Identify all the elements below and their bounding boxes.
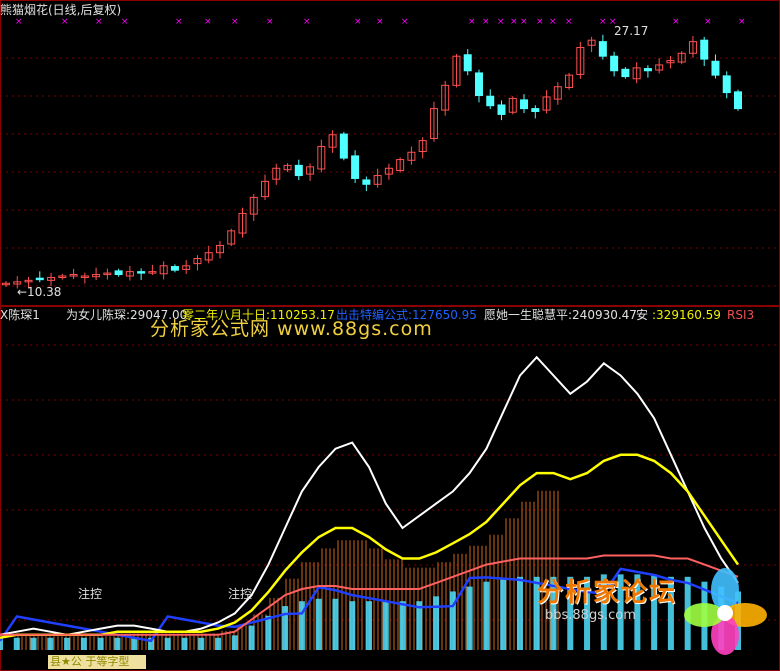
indicator-bar	[64, 637, 71, 650]
indicator-bar	[181, 637, 188, 650]
signal-marker: ×	[599, 17, 607, 27]
indicator-bar	[164, 637, 171, 650]
watermark-url: bbs.88gs.com	[545, 608, 636, 623]
indicator-bar	[231, 635, 238, 650]
indicator-bar	[366, 601, 372, 650]
indicator-bar	[114, 637, 121, 650]
signal-marker: ×	[482, 17, 490, 27]
indicator-bar	[30, 637, 37, 650]
signal-marker: ×	[401, 17, 409, 27]
indicator-bar	[97, 637, 104, 650]
watermark-text: 分析家公式网 www.88gs.com	[150, 318, 433, 340]
signal-marker: ×	[704, 17, 712, 27]
indicator-legend-item: 愿她一生聪慧平:240930.47	[484, 308, 637, 322]
candle-body	[114, 270, 123, 276]
signal-marker: ×	[497, 17, 505, 27]
candle-body	[351, 155, 360, 179]
candle-body	[711, 60, 720, 76]
candle-body	[700, 39, 709, 60]
indicator-bar	[315, 598, 322, 650]
signal-marker: ×	[15, 17, 23, 27]
indicator-bar	[13, 637, 20, 650]
flower-logo-icon	[684, 568, 767, 655]
candle-body	[339, 133, 348, 159]
annotation-label: 注控	[78, 587, 103, 601]
candle-body	[497, 104, 506, 115]
candle-body	[643, 68, 652, 72]
candle-body	[610, 55, 619, 72]
signal-marker: ×	[303, 17, 311, 27]
indicator-name[interactable]: X陈琛1	[0, 308, 40, 322]
stock-chart-window: × × × × × × × × × × × × × × × × × × × × × × × × × 熊猫烟花(日线,后复权) 2…	[0, 0, 780, 671]
signal-marker: ×	[61, 17, 69, 27]
bottom-tab[interactable]: 县★公 于等字型	[48, 655, 146, 669]
signal-marker: ×	[565, 17, 573, 27]
indicator-bar	[516, 576, 523, 650]
candle-body	[621, 68, 630, 78]
indicator-bar	[349, 601, 356, 650]
watermark-logo	[680, 565, 770, 655]
indicator-bar	[47, 637, 54, 650]
signal-marker: ×	[354, 17, 362, 27]
signal-marker: ×	[231, 17, 239, 27]
signal-marker: ×	[204, 17, 212, 27]
signal-marker: ×	[266, 17, 274, 27]
annotation-label: 注控	[228, 587, 253, 601]
signal-marker: ×	[175, 17, 183, 27]
candle-body	[722, 75, 731, 94]
candle-body	[486, 95, 495, 107]
candle-body	[35, 277, 44, 281]
indicator-legend-item: :329160.59	[652, 308, 721, 322]
candle-body	[362, 179, 371, 185]
signal-marker: ×	[376, 17, 384, 27]
price-low-label: ←10.38	[17, 285, 62, 299]
signal-marker: ×	[510, 17, 518, 27]
indicator-bar	[483, 581, 490, 650]
price-high-label: 27.17	[614, 24, 649, 38]
candle-body	[474, 72, 483, 96]
candle-body	[294, 164, 303, 177]
indicator-bar	[265, 615, 272, 650]
candle-body	[531, 108, 540, 113]
candle-body	[598, 41, 607, 57]
indicator-bar	[131, 637, 138, 650]
indicator-bar	[248, 625, 255, 650]
candle-body	[463, 54, 472, 72]
indicator-bar	[433, 596, 440, 650]
signal-marker: ×	[536, 17, 544, 27]
indicator-bar	[332, 598, 339, 650]
candle-body	[170, 266, 179, 271]
indicator-bar	[282, 606, 289, 650]
indicator-bar	[399, 601, 406, 650]
stock-title: 熊猫烟花(日线,后复权)	[0, 3, 122, 17]
indicator-bar	[382, 601, 389, 650]
candle-body	[137, 271, 146, 274]
indicator-legend-item: 安	[636, 308, 649, 322]
candle-body	[734, 91, 742, 110]
indicator-bar	[198, 637, 205, 650]
candle-body	[520, 99, 529, 110]
indicator-bar	[466, 586, 473, 650]
signal-marker: ×	[738, 17, 746, 27]
indicator-bar	[215, 637, 222, 650]
signal-marker: ×	[672, 17, 680, 27]
signal-marker: ×	[468, 17, 476, 27]
indicator-legend-item: RSI3	[727, 308, 755, 322]
signal-marker: ×	[520, 17, 528, 27]
signal-marker: ×	[95, 17, 103, 27]
signal-marker: ×	[121, 17, 129, 27]
signal-marker: ×	[549, 17, 557, 27]
indicator-bar	[80, 637, 87, 650]
indicator-bar	[500, 579, 507, 650]
watermark-logo-text: 分析家论坛	[537, 578, 678, 608]
